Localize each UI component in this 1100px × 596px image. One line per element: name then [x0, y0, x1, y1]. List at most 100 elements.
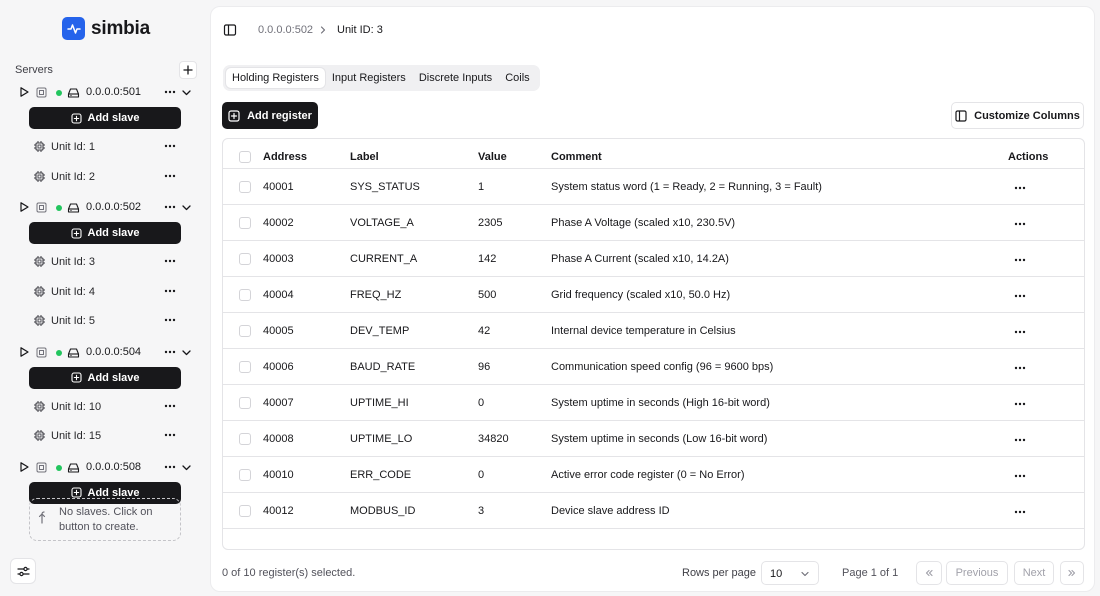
- more-horizontal-icon[interactable]: [163, 428, 177, 442]
- row-checkbox[interactable]: [239, 181, 251, 193]
- row-actions-icon[interactable]: [1013, 505, 1027, 519]
- row-actions-icon[interactable]: [1013, 289, 1027, 303]
- play-icon[interactable]: [18, 86, 30, 98]
- play-icon[interactable]: [18, 461, 30, 473]
- chevron-down-icon[interactable]: [181, 462, 192, 473]
- plus-icon: [183, 65, 193, 75]
- server-row[interactable]: 0.0.0.0:502: [0, 197, 208, 219]
- row-actions-icon[interactable]: [1013, 217, 1027, 231]
- tab-input-registers[interactable]: Input Registers: [326, 68, 412, 88]
- cell-value: 3: [478, 505, 485, 517]
- table-row[interactable]: 40005 DEV_TEMP 42 Internal device temperatu…: [223, 313, 1084, 349]
- table-row[interactable]: 40006 BAUD_RATE 96 Communication speed conf…: [223, 349, 1084, 385]
- previous-page-button[interactable]: Previous: [946, 561, 1008, 585]
- more-horizontal-icon[interactable]: [163, 254, 177, 268]
- row-checkbox[interactable]: [239, 325, 251, 337]
- slave-item[interactable]: Unit Id: 3: [0, 252, 208, 272]
- add-register-button[interactable]: Add register: [222, 102, 318, 129]
- slave-item[interactable]: Unit Id: 10: [0, 397, 208, 417]
- add-slave-button[interactable]: Add slave: [29, 107, 181, 129]
- table-row[interactable]: 40007 UPTIME_HI 0 System uptime in seconds …: [223, 385, 1084, 421]
- more-horizontal-icon[interactable]: [163, 313, 177, 327]
- slave-item[interactable]: Unit Id: 4: [0, 282, 208, 302]
- cell-value: 34820: [478, 433, 509, 445]
- server-row[interactable]: 0.0.0.0:508: [0, 457, 208, 479]
- table-row[interactable]: 40012 MODBUS_ID 3 Device slave address ID: [223, 493, 1084, 529]
- chevron-down-icon[interactable]: [181, 87, 192, 98]
- more-horizontal-icon[interactable]: [163, 399, 177, 413]
- more-horizontal-icon[interactable]: [163, 460, 177, 474]
- slave-item[interactable]: Unit Id: 1: [0, 137, 208, 157]
- more-horizontal-icon[interactable]: [163, 200, 177, 214]
- table-row[interactable]: 40008 UPTIME_LO 34820 System uptime in seco…: [223, 421, 1084, 457]
- add-server-button[interactable]: [179, 61, 197, 79]
- last-page-button[interactable]: [1060, 561, 1084, 585]
- sidebar-toggle-button[interactable]: [223, 23, 237, 37]
- tab-coils[interactable]: Coils: [499, 68, 535, 88]
- row-checkbox[interactable]: [239, 505, 251, 517]
- table-row[interactable]: 40003 CURRENT_A 142 Phase A Current (scaled…: [223, 241, 1084, 277]
- cell-label: DEV_TEMP: [350, 325, 410, 337]
- chevron-down-icon[interactable]: [181, 202, 192, 213]
- server-row[interactable]: 0.0.0.0:501: [0, 82, 208, 104]
- select-all-checkbox[interactable]: [239, 151, 251, 163]
- row-checkbox[interactable]: [239, 397, 251, 409]
- register-tabs: Holding Registers Input Registers Discre…: [223, 65, 540, 91]
- column-header-value[interactable]: Value: [478, 151, 507, 163]
- chevron-down-icon[interactable]: [181, 347, 192, 358]
- play-icon[interactable]: [18, 201, 30, 213]
- row-checkbox[interactable]: [239, 289, 251, 301]
- sidebar: simbia Servers 0.0.0.0:501 Add slave Unit …: [0, 0, 208, 596]
- square-icon[interactable]: [36, 462, 47, 473]
- row-checkbox[interactable]: [239, 361, 251, 373]
- slave-item[interactable]: Unit Id: 5: [0, 311, 208, 331]
- square-icon[interactable]: [36, 87, 47, 98]
- row-actions-icon[interactable]: [1013, 361, 1027, 375]
- more-horizontal-icon[interactable]: [163, 139, 177, 153]
- table-row[interactable]: 40001 SYS_STATUS 1 System status word (1 = …: [223, 169, 1084, 205]
- row-actions-icon[interactable]: [1013, 433, 1027, 447]
- table-row[interactable]: 40004 FREQ_HZ 500 Grid frequency (scaled x1…: [223, 277, 1084, 313]
- rows-per-page-label: Rows per page: [682, 567, 756, 579]
- row-actions-icon[interactable]: [1013, 181, 1027, 195]
- row-actions-icon[interactable]: [1013, 325, 1027, 339]
- settings-button[interactable]: [10, 558, 36, 584]
- slave-item[interactable]: Unit Id: 15: [0, 426, 208, 446]
- row-actions-icon[interactable]: [1013, 397, 1027, 411]
- square-icon[interactable]: [36, 202, 47, 213]
- row-actions-icon[interactable]: [1013, 253, 1027, 267]
- activity-icon: [62, 17, 85, 40]
- next-page-button[interactable]: Next: [1014, 561, 1054, 585]
- column-header-label[interactable]: Label: [350, 151, 379, 163]
- add-slave-button[interactable]: Add slave: [29, 366, 181, 389]
- tab-holding-registers[interactable]: Holding Registers: [226, 68, 325, 88]
- row-checkbox[interactable]: [239, 217, 251, 229]
- table-row[interactable]: 40002 VOLTAGE_A 2305 Phase A Voltage (scale…: [223, 205, 1084, 241]
- cell-address: 40007: [263, 397, 294, 409]
- breadcrumb-server[interactable]: 0.0.0.0:502: [258, 24, 313, 36]
- more-horizontal-icon[interactable]: [163, 169, 177, 183]
- column-header-address[interactable]: Address: [263, 151, 307, 163]
- row-checkbox[interactable]: [239, 469, 251, 481]
- more-horizontal-icon[interactable]: [163, 345, 177, 359]
- more-horizontal-icon[interactable]: [163, 284, 177, 298]
- play-icon[interactable]: [18, 346, 30, 358]
- row-checkbox[interactable]: [239, 433, 251, 445]
- column-header-comment[interactable]: Comment: [551, 151, 602, 163]
- tab-discrete-inputs[interactable]: Discrete Inputs: [413, 68, 498, 88]
- add-slave-label: Add slave: [87, 371, 140, 384]
- slave-label: Unit Id: 3: [51, 256, 96, 268]
- add-slave-button[interactable]: Add slave: [29, 222, 181, 244]
- row-checkbox[interactable]: [239, 253, 251, 265]
- server-name: 0.0.0.0:501: [86, 86, 142, 98]
- customize-columns-button[interactable]: Customize Columns: [951, 102, 1084, 129]
- rows-per-page-select[interactable]: 10: [761, 561, 819, 585]
- row-actions-icon[interactable]: [1013, 469, 1027, 483]
- logo: simbia: [62, 17, 150, 40]
- square-icon[interactable]: [36, 347, 47, 358]
- server-row[interactable]: 0.0.0.0:504: [0, 342, 208, 364]
- first-page-button[interactable]: [916, 561, 942, 585]
- more-horizontal-icon[interactable]: [163, 85, 177, 99]
- table-row[interactable]: 40010 ERR_CODE 0 Active error code register…: [223, 457, 1084, 493]
- slave-item[interactable]: Unit Id: 2: [0, 167, 208, 187]
